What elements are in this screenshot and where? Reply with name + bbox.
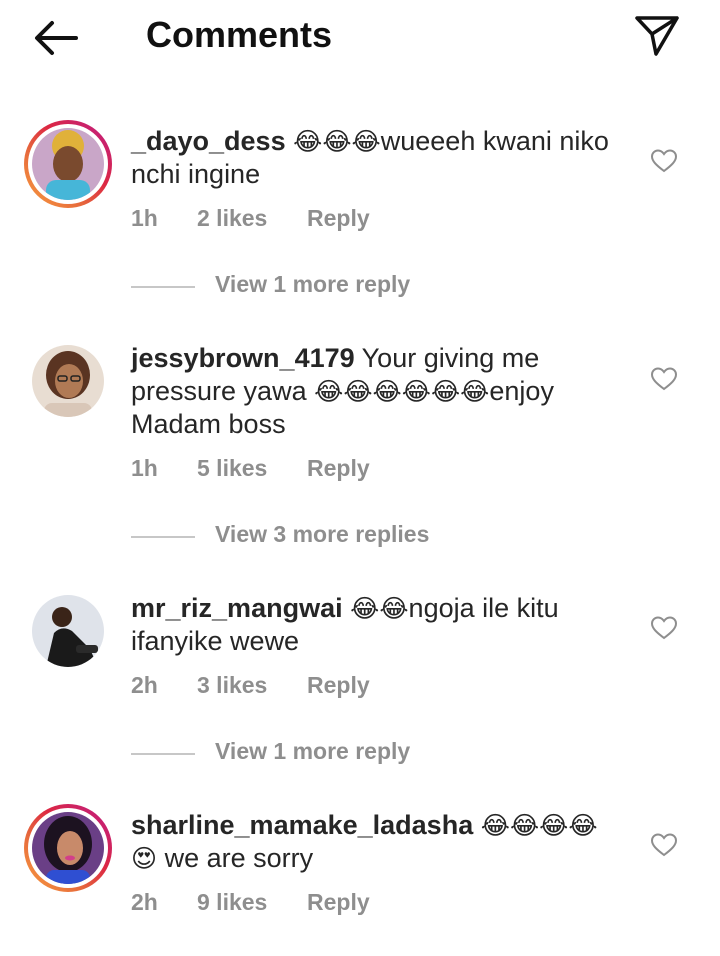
view-replies-row: View 3 more replies bbox=[131, 521, 631, 551]
emoji-laugh-icon: 😂😂 bbox=[350, 594, 409, 623]
comment-text: sharline_mamake_ladasha 😂😂😂😂 😍 we are so… bbox=[131, 809, 631, 875]
reply-button[interactable]: Reply bbox=[307, 455, 370, 482]
comment-likes[interactable]: 3 likes bbox=[197, 672, 267, 699]
comment-time: 1h bbox=[131, 455, 158, 481]
like-button[interactable] bbox=[650, 615, 678, 641]
header-bar: Comments bbox=[0, 0, 720, 72]
reply-button[interactable]: Reply bbox=[307, 205, 370, 232]
view-replies-button[interactable]: View 1 more reply bbox=[215, 271, 410, 298]
avatar[interactable] bbox=[32, 345, 104, 417]
comment-time: 2h bbox=[131, 672, 158, 698]
avatar-story-ring[interactable] bbox=[24, 804, 112, 892]
comment-likes[interactable]: 5 likes bbox=[197, 455, 267, 482]
like-button[interactable] bbox=[650, 366, 678, 392]
avatar-story-ring[interactable] bbox=[24, 120, 112, 208]
divider-line bbox=[131, 286, 195, 288]
send-button[interactable] bbox=[632, 12, 682, 58]
reply-button[interactable]: Reply bbox=[307, 672, 370, 699]
comment-time: 1h bbox=[131, 205, 158, 231]
heart-outline-icon bbox=[650, 367, 678, 391]
heart-outline-icon bbox=[650, 616, 678, 640]
comment-username[interactable]: _dayo_dess bbox=[131, 126, 286, 156]
comment-likes[interactable]: 9 likes bbox=[197, 889, 267, 916]
view-replies-row: View 1 more reply bbox=[131, 738, 631, 768]
avatar bbox=[32, 128, 104, 200]
like-button[interactable] bbox=[650, 148, 678, 174]
back-button[interactable] bbox=[30, 17, 82, 57]
divider-line bbox=[131, 536, 195, 538]
comment-username[interactable]: jessybrown_4179 bbox=[131, 343, 355, 373]
emoji-laugh-icon: 😂😂😂😂😂😂 bbox=[314, 377, 490, 406]
comment-body: we are sorry bbox=[164, 843, 314, 873]
avatar[interactable] bbox=[32, 595, 104, 667]
comment-text: jessybrown_4179 Your giving me pressure … bbox=[131, 342, 631, 441]
emoji-heart-eyes-icon: 😍 bbox=[131, 844, 158, 873]
arrow-left-icon bbox=[35, 21, 78, 55]
view-replies-row: View 1 more reply bbox=[131, 271, 631, 301]
comment-text: _dayo_dess 😂😂😂wueeeh kwani niko nchi ing… bbox=[131, 125, 631, 191]
comment-username[interactable]: sharline_mamake_ladasha bbox=[131, 810, 473, 840]
comment-text: mr_riz_mangwai 😂😂ngoja ile kitu ifanyike… bbox=[131, 592, 631, 658]
view-replies-button[interactable]: View 3 more replies bbox=[215, 521, 429, 548]
emoji-laugh-icon: 😂😂😂😂 bbox=[480, 811, 598, 840]
emoji-laugh-icon: 😂😂😂 bbox=[293, 127, 381, 156]
heart-outline-icon bbox=[650, 833, 678, 857]
view-replies-button[interactable]: View 1 more reply bbox=[215, 738, 410, 765]
comment-likes[interactable]: 2 likes bbox=[197, 205, 267, 232]
comment-time: 2h bbox=[131, 889, 158, 915]
divider-line bbox=[131, 753, 195, 755]
page-title: Comments bbox=[146, 14, 333, 55]
paper-plane-icon bbox=[635, 16, 679, 56]
reply-button[interactable]: Reply bbox=[307, 889, 370, 916]
heart-outline-icon bbox=[650, 149, 678, 173]
like-button[interactable] bbox=[650, 832, 678, 858]
avatar bbox=[32, 812, 104, 884]
comment-username[interactable]: mr_riz_mangwai bbox=[131, 593, 343, 623]
